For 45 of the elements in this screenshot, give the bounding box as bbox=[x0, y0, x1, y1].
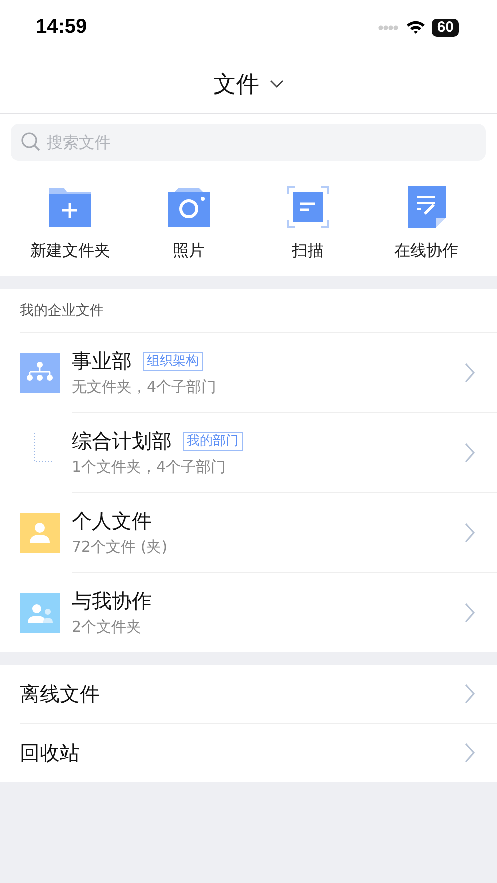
chevron-right-icon bbox=[465, 442, 475, 462]
org-chart-icon bbox=[20, 352, 60, 392]
folder-name: 综合计划部 bbox=[72, 428, 172, 455]
folder-row[interactable]: 个人文件 72个文件 (夹) bbox=[72, 492, 497, 572]
battery-level: 60 bbox=[432, 18, 459, 36]
scan-icon bbox=[286, 186, 329, 228]
folder-name: 与我协作 bbox=[72, 588, 152, 615]
person-icon bbox=[20, 512, 60, 552]
wifi-icon bbox=[406, 20, 426, 35]
document-edit-icon bbox=[406, 185, 447, 229]
menu-row[interactable]: 离线文件 bbox=[20, 665, 497, 723]
tag-label: 组织架构 bbox=[143, 352, 203, 371]
row-label: 回收站 bbox=[20, 740, 80, 766]
folder-detail: 无文件夹，4个子部门 bbox=[72, 378, 218, 397]
chevron-down-icon bbox=[270, 80, 284, 88]
camera-icon bbox=[167, 186, 212, 228]
tree-connector-icon bbox=[34, 432, 54, 462]
chevron-right-icon bbox=[465, 684, 475, 704]
chevron-right-icon bbox=[465, 522, 475, 542]
signal-icon bbox=[378, 24, 400, 30]
action-button[interactable]: 在线协作 bbox=[367, 185, 486, 262]
search-field[interactable]: 搜索文件 bbox=[11, 124, 486, 161]
folder-name: 事业部 bbox=[72, 348, 132, 375]
folder-row[interactable]: 综合计划部 我的部门 1个文件夹，4个子部门 bbox=[72, 412, 497, 492]
action-button[interactable]: 扫描 bbox=[248, 185, 368, 262]
tag-label: 我的部门 bbox=[183, 432, 243, 451]
chevron-right-icon bbox=[465, 362, 475, 382]
folder-detail: 1个文件夹，4个子部门 bbox=[72, 458, 228, 477]
section-heading: 我的企业文件 bbox=[20, 289, 497, 333]
action-button[interactable]: 新建文件夹 bbox=[11, 185, 130, 262]
clock-time: 14:59 bbox=[36, 16, 88, 39]
menu-row[interactable]: 回收站 bbox=[20, 723, 497, 782]
search-icon bbox=[21, 132, 41, 152]
chevron-right-icon bbox=[465, 602, 475, 622]
folder-row[interactable]: 事业部 组织架构 无文件夹，4个子部门 bbox=[0, 333, 497, 412]
people-icon bbox=[20, 592, 60, 632]
title-dropdown[interactable]: 文件 bbox=[214, 68, 284, 100]
action-button[interactable]: 照片 bbox=[130, 185, 248, 262]
folder-row[interactable]: 与我协作 2个文件夹 bbox=[72, 572, 497, 652]
folder-detail: 2个文件夹 bbox=[72, 618, 143, 637]
folder-name: 个人文件 bbox=[72, 508, 152, 535]
chevron-right-icon bbox=[465, 743, 475, 763]
row-label: 离线文件 bbox=[20, 680, 100, 708]
folder-plus-icon bbox=[48, 186, 92, 228]
folder-detail: 72个文件 (夹) bbox=[72, 538, 169, 557]
